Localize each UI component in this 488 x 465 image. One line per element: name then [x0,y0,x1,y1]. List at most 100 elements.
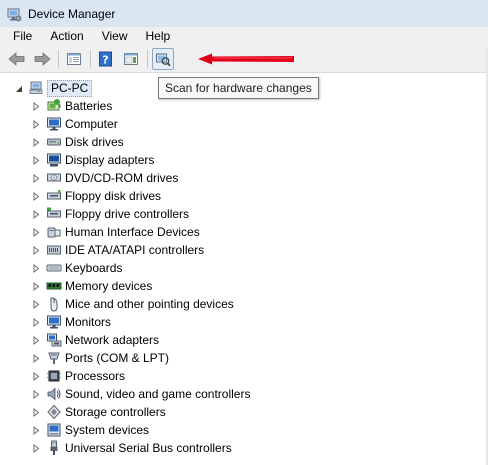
tree-node-label: Floppy disk drives [65,189,162,203]
tree-node-label: Mice and other pointing devices [65,297,234,311]
expand-arrow-icon[interactable] [32,335,41,345]
tree-node-label: Computer [65,117,118,131]
tree-node[interactable]: Sound, video and game controllers [32,385,250,403]
expand-arrow-icon[interactable] [32,191,41,201]
tree-node-label: Processors [65,369,126,383]
menu-help[interactable]: Help [137,28,180,45]
window-title: Device Manager [28,6,116,21]
tree-node[interactable]: Network adapters [32,331,159,349]
tree-node[interactable]: Ports (COM & LPT) [32,349,169,367]
tree-node-label: Network adapters [65,333,160,347]
expand-arrow-icon[interactable] [32,407,41,417]
expand-arrow-icon[interactable] [32,137,41,147]
expand-arrow-icon[interactable] [32,173,41,183]
tree-node[interactable]: System devices [32,421,149,439]
tree-node[interactable]: Display adapters [32,151,154,169]
tree-node[interactable]: Batteries [32,97,112,115]
floppy-drive-icon [46,188,62,204]
tree-node-label: IDE ATA/ATAPI controllers [65,243,205,257]
menu-view[interactable]: View [93,28,137,45]
toolbar-separator [58,50,59,68]
tree-node[interactable]: Memory devices [32,277,152,295]
show-hide-console-tree-button[interactable] [63,48,85,70]
svg-text:?: ? [102,54,108,67]
tree-node-label: Universal Serial Bus controllers [65,441,232,455]
port-icon [46,350,62,366]
root-label: PC-PC [47,79,93,97]
tree-node[interactable]: IDE ATA/ATAPI controllers [32,241,204,259]
ide-controller-icon [46,242,62,258]
system-device-icon [46,422,62,438]
tree-root[interactable]: PC-PC [14,79,93,97]
forward-arrow-icon [34,52,51,66]
battery-icon [46,98,62,114]
device-tree[interactable]: PC-PC Batteries Computer Disk drives Displa… [0,73,488,465]
expand-arrow-icon[interactable] [32,389,41,399]
monitor-icon [46,116,62,132]
scan-for-hardware-changes-button[interactable] [152,48,174,70]
expand-arrow-icon[interactable] [32,209,41,219]
keyboard-icon [46,260,62,276]
tree-node[interactable]: Disk drives [32,133,124,151]
show-hide-console-tree-icon [67,53,81,65]
monitor-icon [46,314,62,330]
tree-node-label: Batteries [65,99,113,113]
title-bar: Device Manager [0,0,488,27]
expand-arrow-icon[interactable] [32,245,41,255]
tree-node[interactable]: Processors [32,367,125,385]
expand-arrow-icon[interactable] [32,371,41,381]
computer-icon [28,80,44,96]
tree-node-label: Keyboards [65,261,123,275]
tree-node[interactable]: Human Interface Devices [32,223,200,241]
expand-arrow-icon[interactable] [32,227,41,237]
tree-node[interactable]: Computer [32,115,118,133]
sound-icon [46,386,62,402]
usb-icon [46,440,62,456]
expand-arrow-icon[interactable] [32,317,41,327]
tree-node-label: Storage controllers [65,405,166,419]
display-adapter-icon [46,152,62,168]
tree-node[interactable]: Monitors [32,313,111,331]
optical-drive-icon [46,170,62,186]
expand-arrow-icon[interactable] [32,299,41,309]
tree-node[interactable]: Mice and other pointing devices [32,295,234,313]
menu-bar: File Action View Help [0,27,488,46]
tree-node[interactable]: Floppy drive controllers [32,205,189,223]
storage-controller-icon [46,404,62,420]
expand-arrow-icon[interactable] [32,155,41,165]
properties-button[interactable] [120,48,142,70]
tree-node-label: Sound, video and game controllers [65,387,251,401]
tree-node-label: Memory devices [65,279,153,293]
tree-node-label: Human Interface Devices [65,225,200,239]
expand-arrow-icon[interactable] [32,425,41,435]
tree-node[interactable]: Floppy disk drives [32,187,161,205]
expand-arrow-icon[interactable] [32,101,41,111]
tree-node[interactable]: Keyboards [32,259,122,277]
menu-file[interactable]: File [4,28,41,45]
tree-node[interactable]: Universal Serial Bus controllers [32,439,232,457]
tree-node-label: DVD/CD-ROM drives [65,171,179,185]
mouse-icon [46,296,62,312]
scan-hardware-icon [156,53,171,67]
expand-arrow-icon[interactable] [32,443,41,453]
annotation-arrow [198,53,294,65]
forward-button[interactable] [31,48,53,70]
toolbar-separator [147,50,148,68]
memory-icon [46,278,62,294]
menu-action[interactable]: Action [41,28,92,45]
back-button[interactable] [6,48,28,70]
tree-node-label: Display adapters [65,153,155,167]
floppy-controller-icon [46,206,62,222]
collapse-toggle-icon[interactable] [14,83,24,93]
tree-node-label: Monitors [65,315,112,329]
expand-arrow-icon[interactable] [32,281,41,291]
tree-node[interactable]: DVD/CD-ROM drives [32,169,178,187]
tree-node[interactable]: Storage controllers [32,403,166,421]
expand-arrow-icon[interactable] [32,119,41,129]
expand-arrow-icon[interactable] [32,353,41,363]
help-button[interactable]: ? [95,48,117,70]
disk-drive-icon [46,134,62,150]
network-adapter-icon [46,332,62,348]
processor-icon [46,368,62,384]
expand-arrow-icon[interactable] [32,263,41,273]
